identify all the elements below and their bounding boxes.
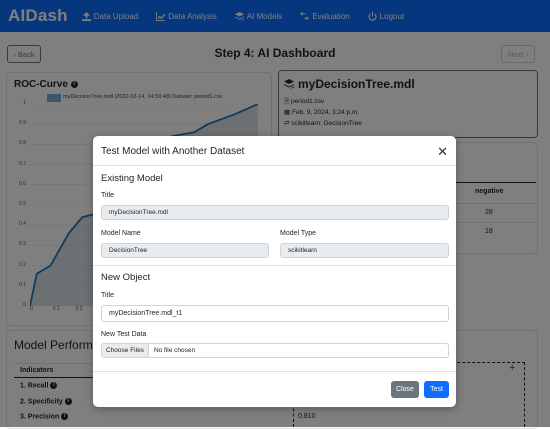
modal-footer-divider	[93, 371, 456, 372]
model-name-label: Model Name	[101, 230, 141, 237]
no-file-chosen-label: No file chosen	[153, 347, 196, 354]
modal-header-divider	[93, 165, 456, 166]
test-model-modal: Test Model with Another Dataset ✕ Existi…	[93, 136, 456, 407]
title-field: myDecisionTree.mdl	[101, 205, 449, 220]
existing-model-heading: Existing Model	[101, 173, 163, 184]
title-label: Title	[101, 192, 114, 199]
close-icon[interactable]: ✕	[437, 144, 448, 160]
new-title-label: Title	[101, 292, 114, 299]
modal-title: Test Model with Another Dataset	[101, 146, 245, 157]
test-button[interactable]: Test	[424, 381, 449, 398]
close-button[interactable]: Close	[391, 381, 419, 398]
model-type-label: Model Type	[280, 230, 317, 237]
model-name-field: DecisionTree	[101, 243, 269, 258]
new-title-input[interactable]: myDecisionTree.mdl_t1	[101, 305, 449, 322]
test-data-file-input[interactable]: Choose Files No file chosen	[101, 343, 449, 358]
new-object-heading: New Object	[101, 272, 151, 283]
choose-files-button[interactable]: Choose Files	[102, 344, 149, 357]
model-type-field: scikitlearn	[280, 243, 449, 258]
test-data-label: New Test Data	[101, 331, 147, 338]
modal-section-divider	[93, 265, 456, 266]
